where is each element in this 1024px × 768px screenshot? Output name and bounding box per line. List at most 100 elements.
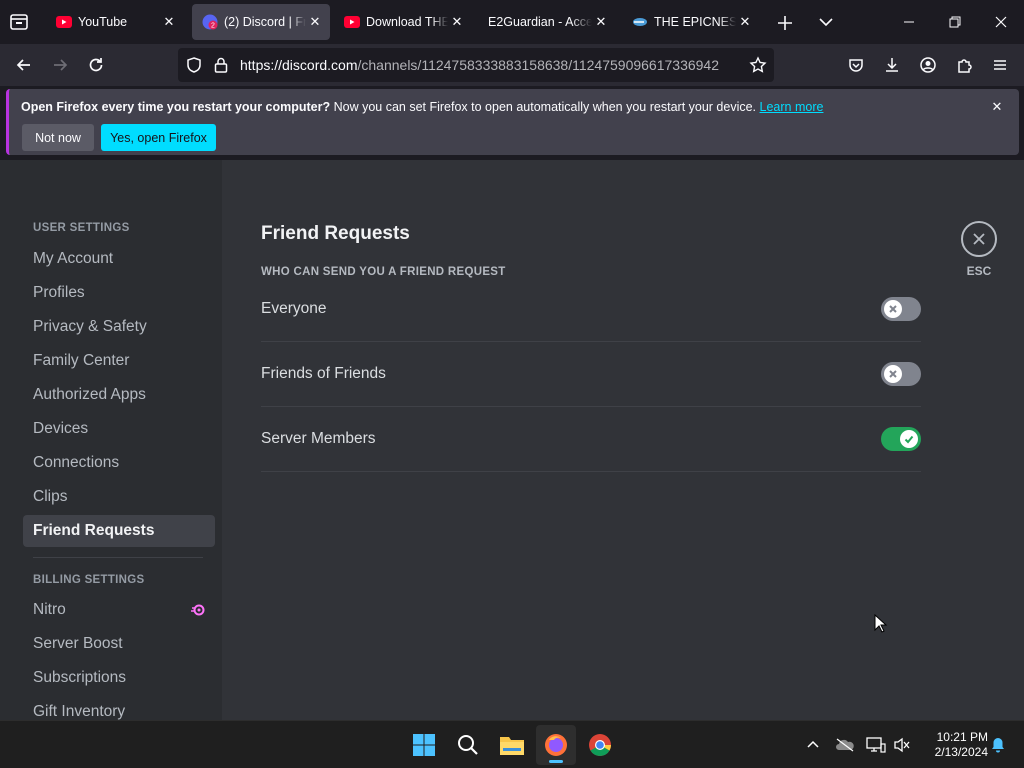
option-label: Everyone (261, 300, 327, 317)
minimize-icon[interactable] (886, 0, 932, 44)
learn-more-link[interactable]: Learn more (760, 100, 824, 114)
close-tab-icon[interactable]: ✕ (160, 13, 178, 31)
option-label: Server Members (261, 430, 376, 447)
sidebar-item-connections[interactable]: Connections (23, 447, 215, 479)
discord-settings: USER SETTINGS My Account Profiles Privac… (0, 160, 1024, 720)
tab-title: YouTube (78, 15, 128, 29)
chevron-up-icon[interactable] (801, 733, 825, 757)
option-label: Friends of Friends (261, 365, 386, 382)
x-icon (884, 365, 902, 383)
tab-title: (2) Discord | Friend Requests (224, 15, 306, 29)
windows-start-icon[interactable] (404, 725, 444, 765)
account-icon[interactable] (912, 49, 944, 81)
page-title: Friend Requests (261, 223, 410, 244)
tab-discord[interactable]: 2 (2) Discord | Friend Requests ✕ (192, 4, 330, 40)
notification-text: Now you can set Firefox to open automati… (330, 100, 760, 114)
system-clock[interactable]: 10:21 PM 2/13/2024 (918, 730, 988, 760)
extensions-icon[interactable] (948, 49, 980, 81)
tab-youtube[interactable]: YouTube ✕ (46, 4, 184, 40)
tab-epicness[interactable]: THE EPICNESS OF ✕ (622, 4, 760, 40)
close-icon (973, 233, 985, 245)
windows-taskbar: 10:21 PM 2/13/2024 (0, 720, 1024, 768)
sidebar-item-server-boost[interactable]: Server Boost (23, 628, 215, 660)
notification-bold-text: Open Firefox every time you restart your… (21, 100, 331, 114)
tab-title: Download THE EPICNESS (366, 15, 448, 29)
everyone-toggle[interactable] (881, 297, 921, 321)
sidebar-item-privacy-safety[interactable]: Privacy & Safety (23, 311, 215, 343)
not-now-button[interactable]: Not now (22, 124, 94, 151)
close-settings-button[interactable] (961, 221, 997, 257)
option-row-friends-of-friends: Friends of Friends (261, 342, 921, 407)
notification-bell-icon[interactable] (986, 733, 1010, 757)
checkmark-icon (900, 430, 918, 448)
edge-icon (632, 14, 648, 30)
sidebar-item-devices[interactable]: Devices (23, 413, 215, 445)
download-icon[interactable] (876, 49, 908, 81)
server-members-toggle[interactable] (881, 427, 921, 451)
svg-text:2: 2 (211, 23, 215, 30)
clock-date: 2/13/2024 (934, 745, 988, 759)
firefox-notification-bar: Open Firefox every time you restart your… (6, 89, 1019, 155)
sidebar-item-my-account[interactable]: My Account (23, 243, 215, 275)
new-tab-icon[interactable] (774, 12, 796, 34)
esc-label: ESC (966, 264, 992, 278)
sidebar-item-friend-requests[interactable]: Friend Requests (23, 515, 215, 547)
lock-icon[interactable] (213, 56, 229, 79)
sidebar-item-clips[interactable]: Clips (23, 481, 215, 513)
notification-message: Open Firefox every time you restart your… (21, 100, 823, 114)
sidebar-item-nitro[interactable]: Nitro (23, 594, 215, 626)
close-tab-icon[interactable]: ✕ (736, 13, 754, 31)
reload-icon[interactable] (80, 49, 112, 81)
pocket-icon[interactable] (840, 49, 872, 81)
tab-title: THE EPICNESS OF (654, 15, 736, 29)
x-icon (884, 300, 902, 318)
network-icon[interactable] (864, 733, 888, 757)
file-explorer-icon[interactable] (492, 725, 532, 765)
menu-icon[interactable] (984, 49, 1016, 81)
firefox-icon[interactable] (536, 725, 576, 765)
restore-icon[interactable] (932, 0, 978, 44)
option-row-server-members: Server Members (261, 407, 921, 472)
bookmark-star-icon[interactable] (749, 56, 767, 79)
clock-time: 10:21 PM (936, 730, 988, 744)
chrome-icon[interactable] (580, 725, 620, 765)
close-window-icon[interactable] (978, 0, 1024, 44)
discord-icon: 2 (202, 14, 218, 30)
sidebar-divider (33, 557, 203, 558)
user-settings-heading: USER SETTINGS (33, 222, 130, 234)
url-path: /channels/1124758333883158638/1124759096… (357, 57, 720, 73)
billing-settings-heading: BILLING SETTINGS (33, 574, 145, 586)
forward-icon[interactable] (44, 49, 76, 81)
tab-download[interactable]: Download THE EPICNESS ✕ (334, 4, 472, 40)
tab-list-icon[interactable] (8, 12, 30, 32)
settings-sidebar: USER SETTINGS My Account Profiles Privac… (0, 160, 222, 720)
close-tab-icon[interactable]: ✕ (592, 13, 610, 31)
shield-icon[interactable] (185, 56, 203, 79)
sidebar-item-profiles[interactable]: Profiles (23, 277, 215, 309)
option-row-everyone: Everyone (261, 277, 921, 342)
friends-of-friends-toggle[interactable] (881, 362, 921, 386)
tab-title: E2Guardian - Access Denied (488, 15, 592, 29)
sidebar-item-family-center[interactable]: Family Center (23, 345, 215, 377)
chevron-down-icon[interactable] (816, 12, 836, 32)
active-indicator (549, 760, 563, 763)
sidebar-item-subscriptions[interactable]: Subscriptions (23, 662, 215, 694)
close-tab-icon[interactable]: ✕ (306, 13, 324, 31)
navigation-bar: https://discord.com/channels/11247583338… (0, 44, 1024, 86)
sidebar-item-label: Nitro (33, 601, 66, 618)
youtube-icon (344, 14, 360, 30)
sidebar-item-authorized-apps[interactable]: Authorized Apps (23, 379, 215, 411)
tab-e2guardian[interactable]: E2Guardian - Access Denied ✕ (478, 4, 616, 40)
onedrive-icon[interactable] (833, 733, 857, 757)
back-icon[interactable] (8, 49, 40, 81)
close-tab-icon[interactable]: ✕ (448, 13, 466, 31)
close-icon[interactable]: ✕ (989, 99, 1005, 115)
search-icon[interactable] (448, 725, 488, 765)
volume-muted-icon[interactable] (890, 733, 914, 757)
url-bar[interactable]: https://discord.com/channels/11247583338… (178, 48, 774, 82)
url-domain: https://discord.com (240, 57, 358, 73)
youtube-icon (56, 14, 72, 30)
url-text[interactable]: https://discord.com/channels/11247583338… (240, 57, 740, 73)
yes-open-firefox-button[interactable]: Yes, open Firefox (101, 124, 216, 151)
tab-strip: YouTube ✕ 2 (2) Discord | Friend Request… (0, 0, 1024, 44)
